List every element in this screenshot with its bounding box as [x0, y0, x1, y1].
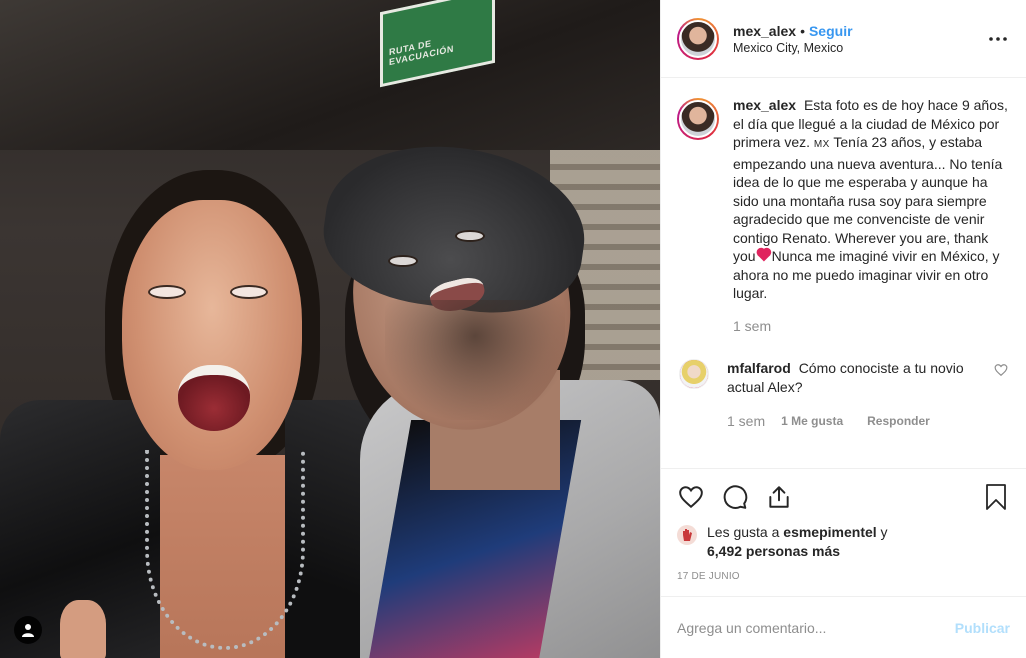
author-avatar[interactable] — [677, 17, 719, 60]
woman-eye-right — [230, 285, 268, 299]
caption-username[interactable]: mex_alex — [733, 97, 796, 113]
post-photo[interactable]: RUTA DE EVACUACIÓN — [0, 0, 660, 658]
red-heart-emoji-icon — [757, 248, 770, 262]
post-actions: Les gusta a esmepimentel y 6,492 persona… — [661, 468, 1026, 596]
comment-item: mfalfarod Cómo conociste a tu novio actu… — [677, 359, 1010, 431]
commenter-username[interactable]: mfalfarod — [727, 360, 791, 376]
like-button[interactable] — [677, 483, 705, 511]
post-header: mex_alex • Seguir Mexico City, Mexico — [661, 0, 1026, 78]
likes-count-link[interactable]: 6,492 personas más — [707, 543, 840, 559]
heart-outline-icon — [994, 364, 1008, 377]
post-date[interactable]: 17 DE JUNIO — [677, 571, 1010, 596]
location-link[interactable]: Mexico City, Mexico — [733, 41, 986, 55]
separator-dot: • — [800, 22, 805, 39]
user-tag-button[interactable] — [14, 616, 42, 644]
reply-button[interactable]: Responder — [867, 412, 930, 431]
caption: mex_alex Esta foto es de hoy hace 9 años… — [677, 97, 1010, 336]
man-eye-right — [455, 230, 485, 242]
share-icon — [769, 486, 789, 508]
user-icon — [22, 624, 34, 637]
hand — [60, 600, 106, 658]
caption-avatar[interactable] — [677, 98, 719, 140]
woman-mouth — [178, 365, 250, 431]
man-beard — [385, 300, 565, 420]
sign-text: RUTA DE EVACUACIÓN — [389, 38, 454, 68]
comment-like-button[interactable] — [994, 363, 1010, 379]
add-comment-bar: Publicar — [661, 596, 1026, 658]
man-eye-left — [388, 255, 418, 267]
likes-joiner: y — [880, 524, 888, 540]
commenter-avatar[interactable] — [679, 359, 709, 389]
comments-section[interactable]: mex_alex Esta foto es de hoy hace 9 años… — [661, 78, 1026, 468]
liker-username[interactable]: esmepimentel — [783, 524, 876, 540]
post-comment-button[interactable]: Publicar — [955, 620, 1010, 636]
comment-icon — [723, 485, 748, 509]
liker-avatar[interactable] — [677, 525, 697, 545]
comment-likes[interactable]: 1 Me gusta — [781, 412, 843, 431]
follow-button[interactable]: Seguir — [809, 23, 853, 39]
author-username[interactable]: mex_alex — [733, 23, 796, 39]
woman-eye-left — [148, 285, 186, 299]
likes-prefix: Les gusta a — [707, 524, 780, 540]
ceiling — [0, 0, 660, 150]
raised-hand-icon — [683, 529, 692, 541]
necklace — [145, 450, 305, 650]
save-button[interactable] — [982, 483, 1010, 511]
bookmark-icon — [986, 484, 1006, 510]
comment-button[interactable] — [721, 483, 749, 511]
caption-time[interactable]: 1 sem — [733, 317, 771, 336]
post-side-panel: mex_alex • Seguir Mexico City, Mexico me… — [660, 0, 1026, 658]
caption-text-2: Tenía 23 años, y estaba empezando una nu… — [733, 134, 1003, 264]
more-horizontal-icon — [989, 36, 1007, 41]
share-button[interactable] — [765, 483, 793, 511]
mexico-flag-emoji: MX — [813, 139, 830, 150]
comment-time[interactable]: 1 sem — [727, 412, 765, 431]
caption-text-3: Nunca me imaginé vivir en México, y ahor… — [733, 248, 1000, 301]
comment-input[interactable] — [677, 619, 955, 636]
more-options-button[interactable] — [986, 27, 1010, 51]
likes-summary: Les gusta a esmepimentel y 6,492 persona… — [677, 523, 1010, 561]
heart-icon — [679, 486, 703, 509]
